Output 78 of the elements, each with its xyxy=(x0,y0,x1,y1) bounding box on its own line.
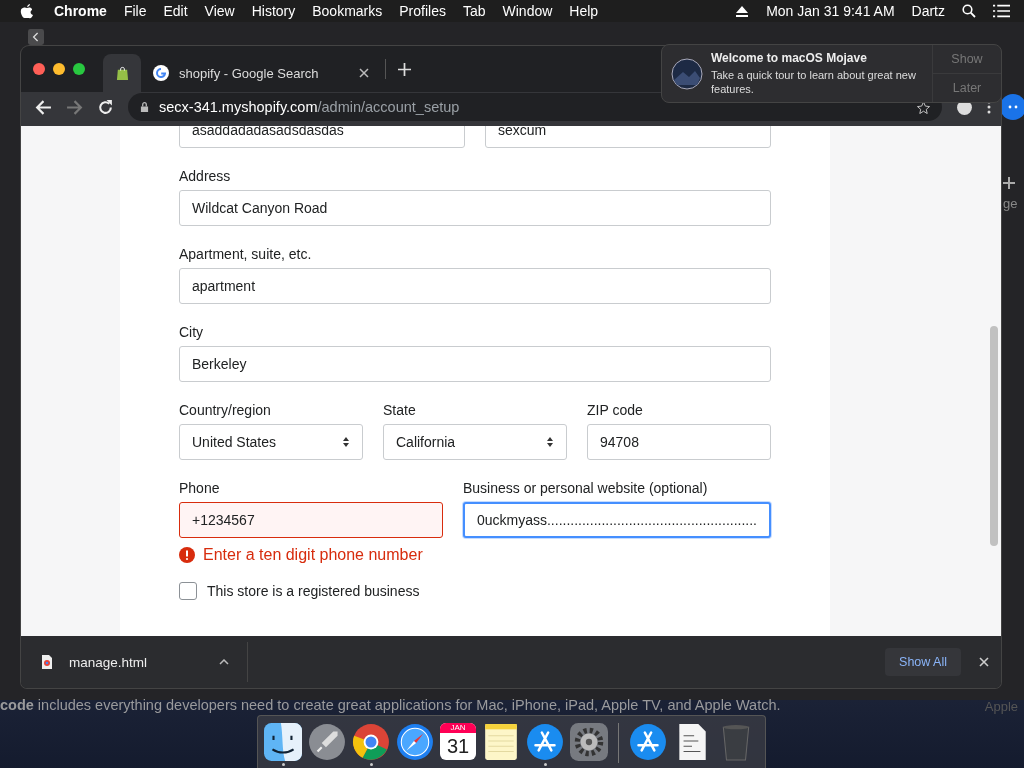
forward-arrow-icon[interactable] xyxy=(66,98,83,116)
menu-item[interactable]: Window xyxy=(502,3,553,19)
notification-title: Welcome to macOS Mojave xyxy=(711,51,868,65)
field-label: Apartment, suite, etc. xyxy=(179,246,313,262)
field-label: Country/region xyxy=(179,402,272,418)
g-logo-icon xyxy=(153,65,169,81)
text-field[interactable]: +1234567 xyxy=(179,502,443,538)
show-all-button[interactable]: Show All xyxy=(885,648,961,676)
file-icon xyxy=(41,655,53,669)
checkbox[interactable] xyxy=(179,582,197,600)
menu-item[interactable]: Profiles xyxy=(399,3,446,19)
notepad-icon[interactable] xyxy=(482,723,520,761)
face-icon[interactable] xyxy=(264,723,302,761)
notification-text: Take a quick tour to learn about great new features. xyxy=(711,68,916,96)
browser-icon[interactable] xyxy=(352,723,390,761)
close-window-button[interactable] xyxy=(33,63,45,75)
caret-icon[interactable] xyxy=(219,659,229,665)
back-icon[interactable] xyxy=(28,29,44,45)
browser-tab[interactable]: shopify - Google Search xyxy=(141,54,381,92)
reload-icon[interactable] xyxy=(97,98,114,116)
error-message: Enter a ten digit phone number xyxy=(203,546,423,564)
field-label: State xyxy=(383,402,417,418)
compass-icon[interactable] xyxy=(396,723,434,761)
checkbox-label: This store is a registered business xyxy=(207,583,420,599)
menu-item[interactable]: View xyxy=(204,3,235,19)
gear-icon[interactable] xyxy=(570,723,608,761)
field-label: Phone xyxy=(179,480,221,496)
apple-icon[interactable] xyxy=(20,3,34,19)
field-label: Address xyxy=(179,168,232,184)
text-field[interactable]: sexcum xyxy=(485,126,771,148)
scrollbar-thumb[interactable] xyxy=(990,326,998,546)
close-icon[interactable] xyxy=(979,657,989,667)
new-tab-icon[interactable] xyxy=(398,62,411,76)
error-icon xyxy=(179,547,195,563)
download-item[interactable]: manage.html xyxy=(69,654,219,670)
text-field[interactable]: 94708 xyxy=(587,424,771,460)
select-field[interactable]: California xyxy=(383,424,567,460)
rocket-icon[interactable] xyxy=(308,723,346,761)
search-icon[interactable] xyxy=(962,4,976,18)
user-name[interactable]: Dartz xyxy=(911,3,945,19)
text-field[interactable]: Wildcat Canyon Road xyxy=(179,190,771,226)
select-arrows-icon xyxy=(546,436,554,448)
field-label: Business or personal website (optional) xyxy=(462,480,709,496)
calendar-icon[interactable]: JAN 31 xyxy=(440,723,476,760)
lock-icon xyxy=(140,101,149,113)
menu-item[interactable]: Bookmarks xyxy=(312,3,383,19)
text-field[interactable]: apartment xyxy=(179,268,771,304)
eject-icon[interactable] xyxy=(735,4,750,18)
plus-icon[interactable] xyxy=(1003,177,1015,189)
shopping-bag-icon xyxy=(115,65,129,81)
corner-text: Apple xyxy=(984,699,1018,714)
caption-text: code includes everything developers need to create great applications for Mac, iPhone, iPad, Apple TV, and Apple Watch. xyxy=(0,697,781,713)
list-icon[interactable] xyxy=(993,4,1010,18)
star-icon[interactable] xyxy=(917,100,930,114)
dots-icon xyxy=(1008,105,1018,109)
menu-item[interactable]: History xyxy=(251,3,296,19)
menu-item[interactable]: Help xyxy=(569,3,599,19)
browser-tab[interactable] xyxy=(103,54,141,92)
select-field[interactable]: United States xyxy=(179,424,363,460)
side-label: ge xyxy=(1003,196,1018,211)
menu-item[interactable]: File xyxy=(123,3,147,19)
close-icon[interactable] xyxy=(359,68,369,78)
more-button[interactable] xyxy=(1000,94,1024,120)
app-store-icon[interactable] xyxy=(526,723,564,761)
menu-item[interactable]: Tab xyxy=(462,3,486,19)
back-arrow-icon[interactable] xyxy=(35,98,52,116)
app-store-icon[interactable] xyxy=(629,723,667,761)
text-field[interactable]: Berkeley xyxy=(179,346,771,382)
app-menu[interactable]: Chrome xyxy=(54,3,107,19)
field-label: ZIP code xyxy=(587,402,644,418)
menu-item[interactable]: Edit xyxy=(163,3,188,19)
minimize-window-button[interactable] xyxy=(53,63,65,75)
text-field[interactable]: 0uckmyass...................................................... xyxy=(462,502,771,538)
mountain-icon xyxy=(671,57,703,90)
select-arrows-icon xyxy=(342,436,350,448)
menubar-clock[interactable]: Mon Jan 31 9:41 AM xyxy=(766,3,895,19)
field-label: City xyxy=(179,324,205,340)
zoom-window-button[interactable] xyxy=(73,63,85,75)
